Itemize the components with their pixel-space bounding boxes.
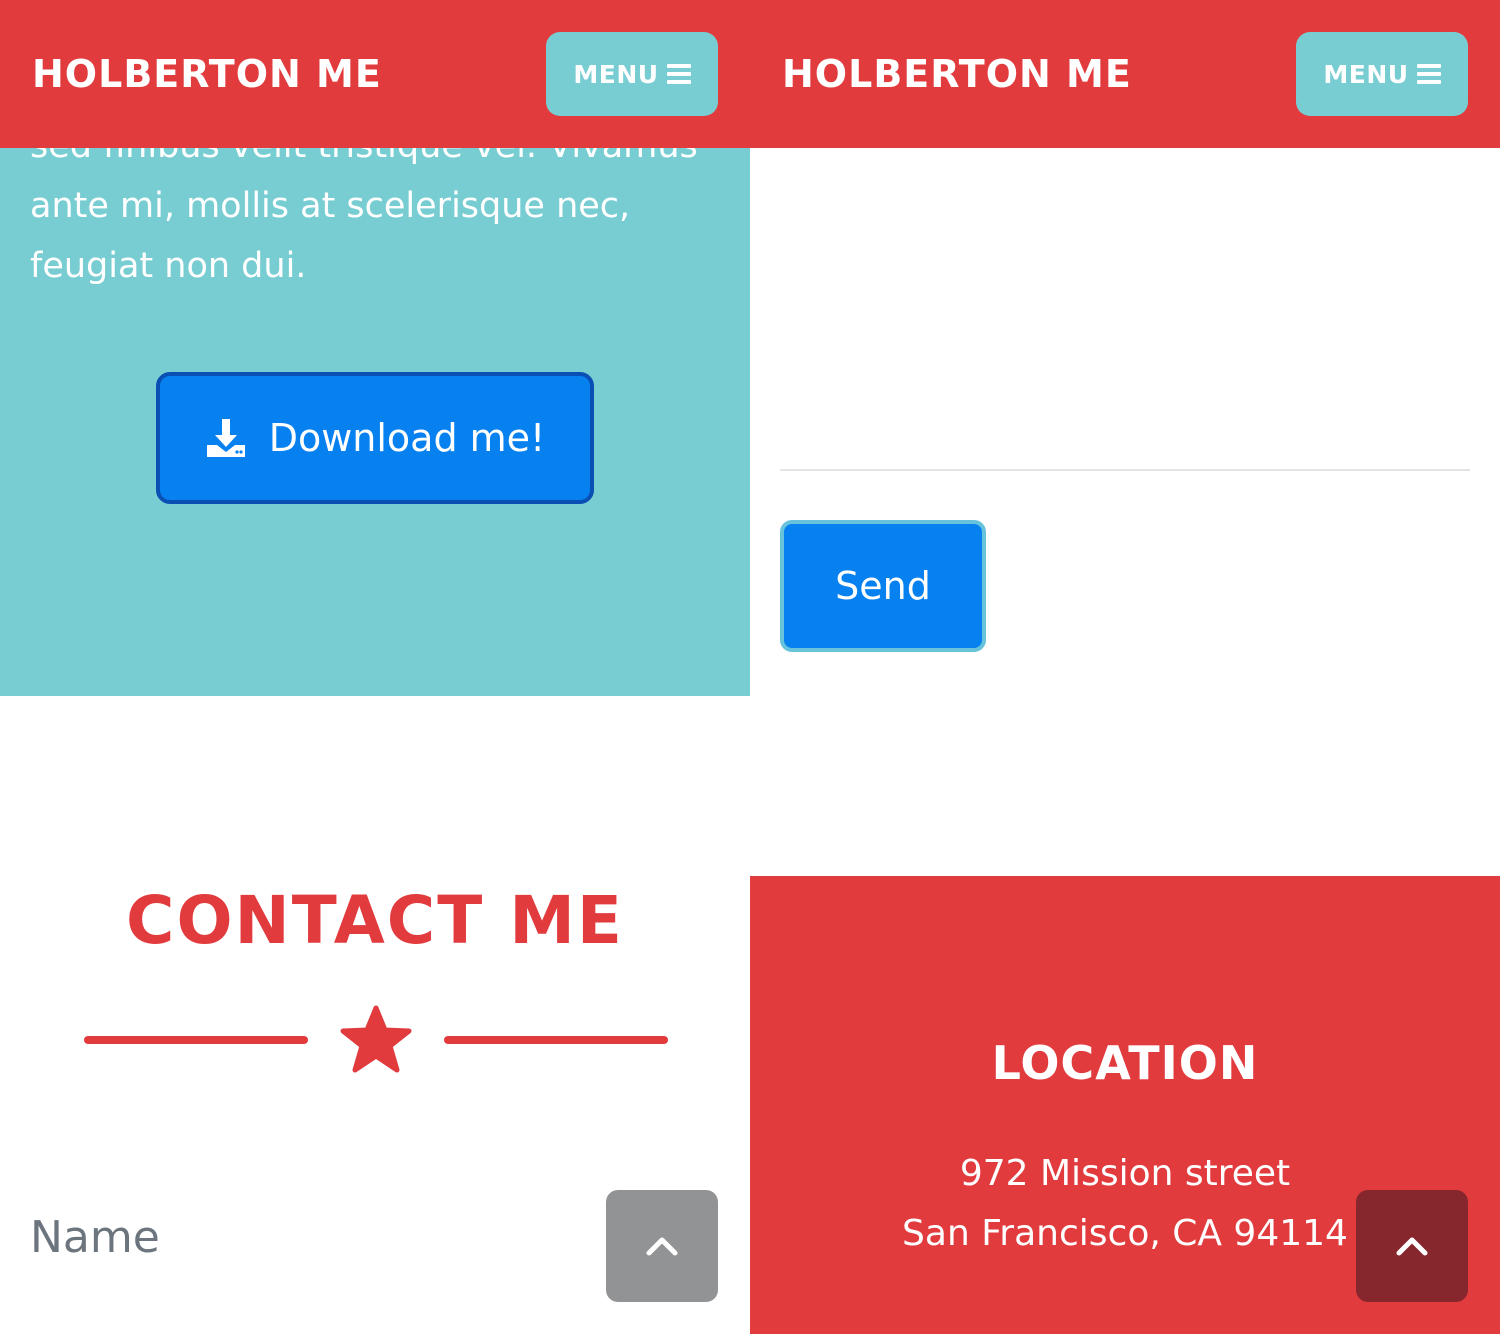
download-button[interactable]: Download me! [156,372,594,504]
left-viewport: sed finibus velit tristique vel. Vivamus… [0,0,750,1334]
location-title: LOCATION [991,1036,1259,1090]
contact-title: CONTACT ME [126,882,624,959]
menu-button[interactable]: MENU [546,32,718,116]
name-field-label[interactable]: Name [30,1206,160,1270]
bars-icon [1416,63,1441,85]
brand-logo[interactable]: HOLBERTON ME [32,50,382,98]
chevron-up-icon [646,1237,678,1256]
star-divider [84,1002,668,1078]
brand-logo[interactable]: HOLBERTON ME [782,50,1132,98]
message-field-underline[interactable] [780,469,1470,471]
chevron-up-icon [1396,1237,1428,1256]
divider-line-right [444,1036,668,1044]
scroll-top-button[interactable] [606,1190,718,1302]
star-icon [340,1005,412,1073]
send-button[interactable]: Send [780,520,986,652]
right-viewport: HOLBERTON ME MENU Send LOCATION 972 Miss… [750,0,1500,1334]
scroll-top-button[interactable] [1356,1190,1468,1302]
download-icon [205,417,247,459]
navbar: HOLBERTON ME MENU [0,0,750,148]
divider-line-left [84,1036,308,1044]
download-label: Download me! [268,416,546,460]
menu-button[interactable]: MENU [1296,32,1468,116]
menu-label: MENU [573,59,659,89]
menu-label: MENU [1323,59,1409,89]
bars-icon [666,63,691,85]
navbar: HOLBERTON ME MENU [750,0,1500,148]
